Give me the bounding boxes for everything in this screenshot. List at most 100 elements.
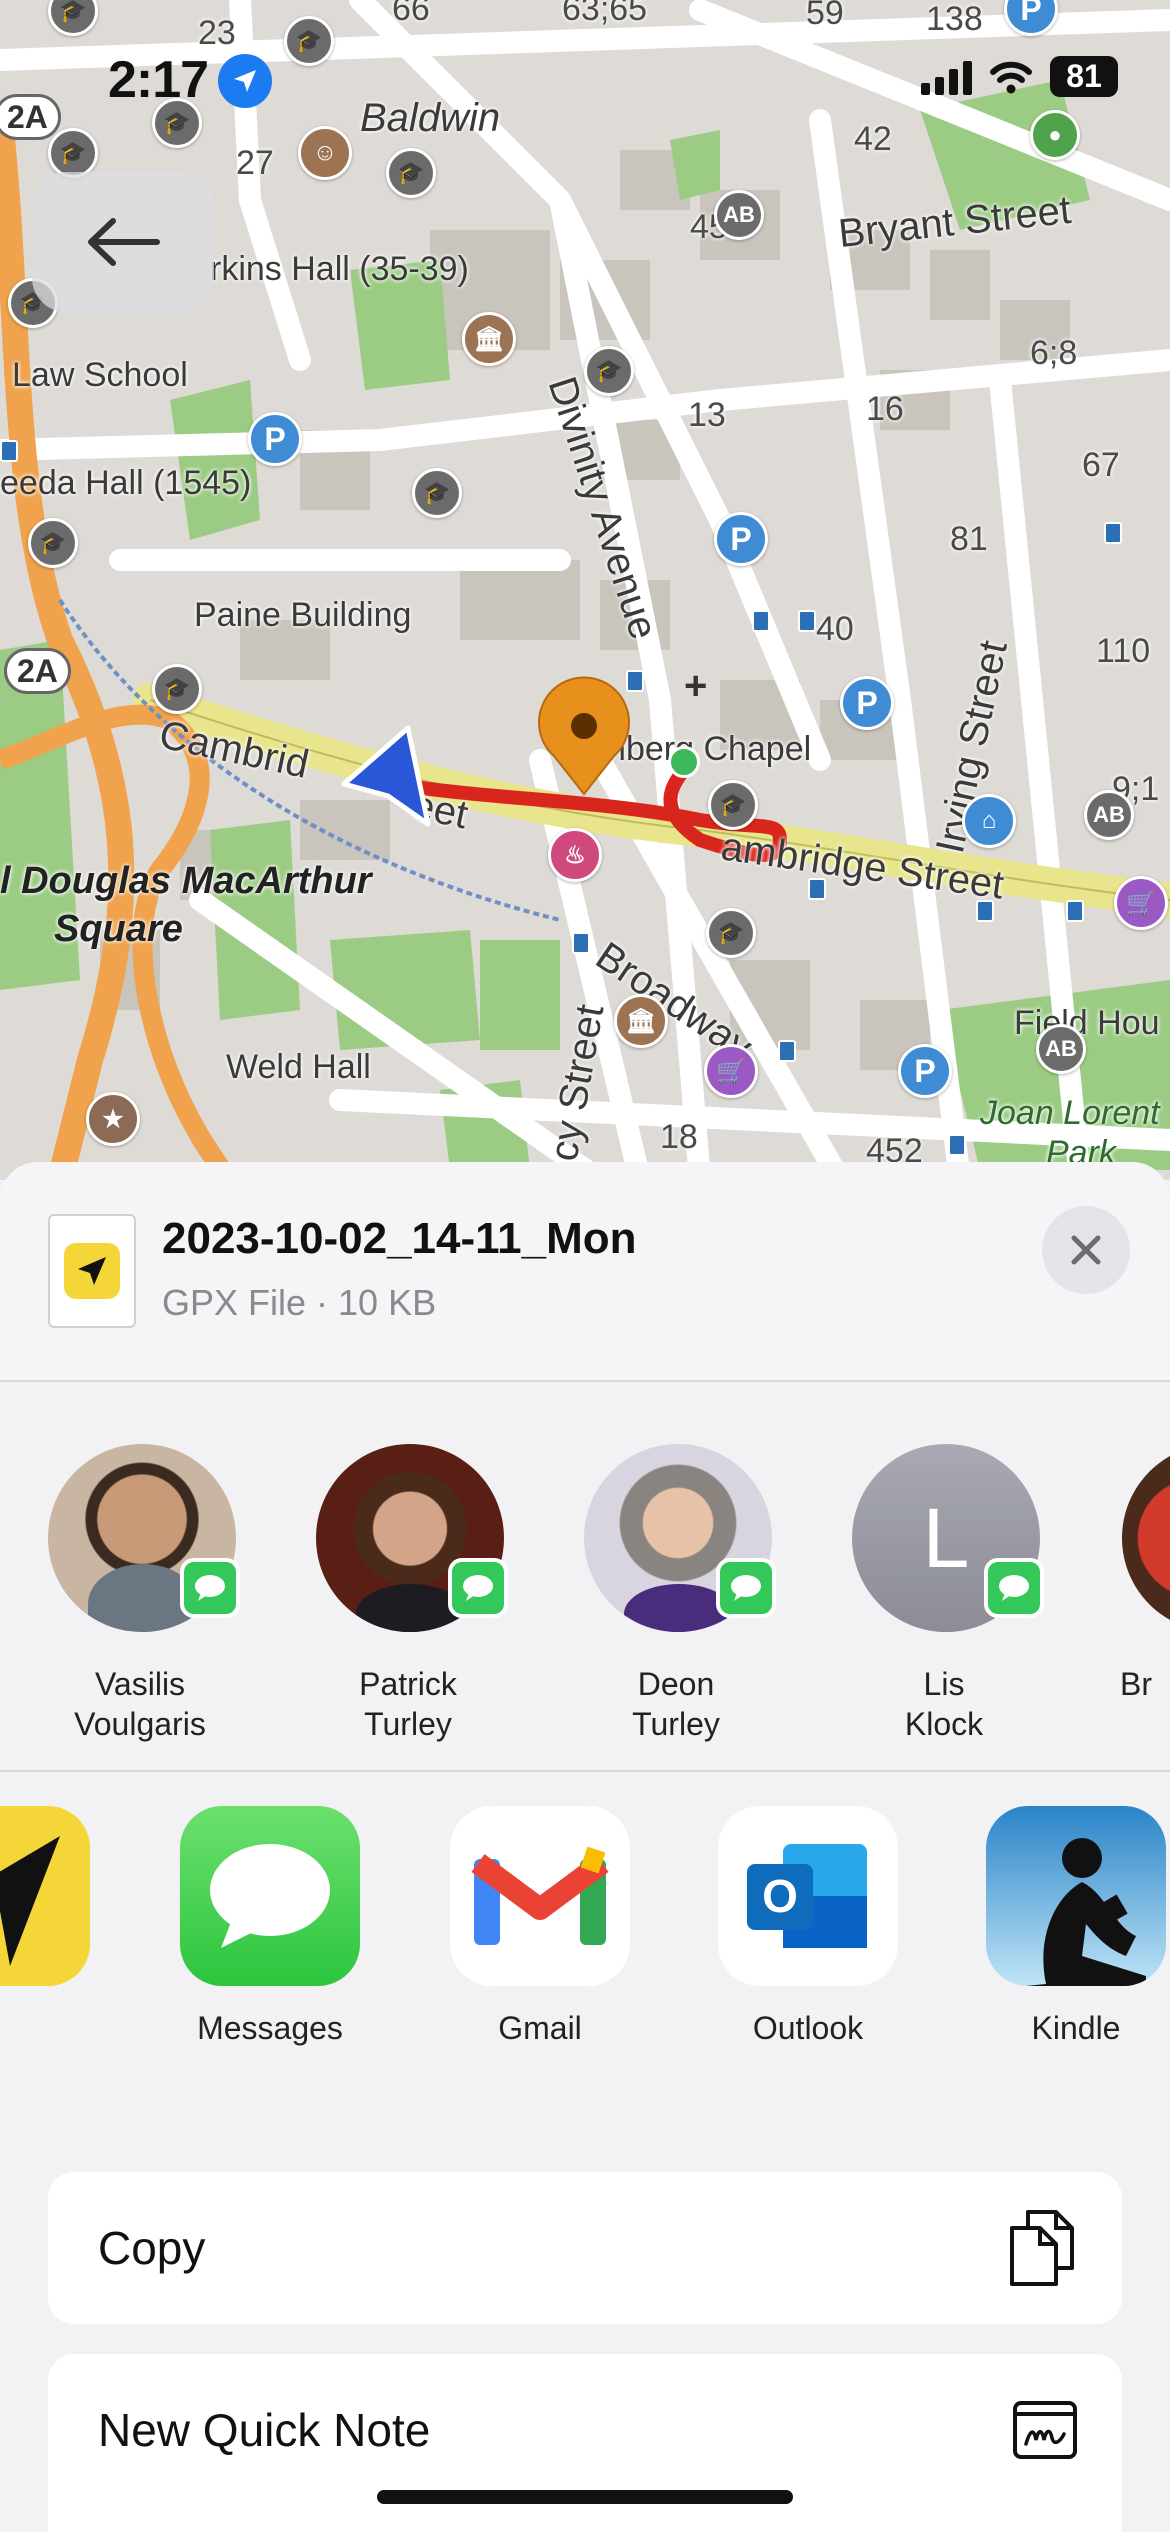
- gmail-app-icon: [450, 1806, 630, 1986]
- contact-name: Br: [1120, 1666, 1152, 1702]
- cellular-signal-icon: [921, 59, 972, 95]
- parking-pin[interactable]: P: [714, 512, 768, 566]
- contact-name: Deon Turley: [632, 1666, 720, 1742]
- school-pin[interactable]: 🎓: [28, 518, 78, 568]
- close-button[interactable]: [1042, 1206, 1130, 1294]
- address-number: 63;65: [562, 0, 648, 28]
- avatar: [1122, 1444, 1170, 1632]
- bus-stop-icon: [1104, 522, 1122, 544]
- outlook-app-icon: O: [718, 1806, 898, 1986]
- gpx-file-icon: [48, 1214, 136, 1328]
- park-pin[interactable]: ●: [1030, 110, 1080, 160]
- school-pin[interactable]: 🎓: [584, 346, 634, 396]
- shop-pin[interactable]: 🛒: [1114, 876, 1168, 930]
- app-outlook[interactable]: O Outlook: [708, 1774, 908, 2074]
- battery-indicator: 81: [1050, 56, 1118, 97]
- school-pin[interactable]: 🎓: [706, 908, 756, 958]
- copy-docs-icon: [1010, 2210, 1074, 2286]
- app-label: Outlook: [752, 2010, 864, 2046]
- parking-pin[interactable]: P: [898, 1044, 952, 1098]
- parking-pin[interactable]: P: [248, 412, 302, 466]
- messages-badge-icon: [180, 1558, 240, 1618]
- app-messages[interactable]: Messages: [170, 1774, 370, 2074]
- theater-pin[interactable]: ☺: [298, 126, 352, 180]
- map-label-square: Square: [54, 908, 183, 950]
- copy-action[interactable]: Copy: [48, 2172, 1122, 2324]
- people-suggestions-row: Vasilis Voulgaris Patrick Turley Deon Tu…: [0, 1384, 1170, 1772]
- share-sheet: 2023-10-02_14-11_Mon GPX File · 10 KB Va…: [0, 1162, 1170, 2532]
- back-button[interactable]: [32, 172, 214, 312]
- map-label-douglas-macarthur: l Douglas MacArthur: [0, 860, 372, 902]
- map-label-baldwin: Baldwin: [360, 96, 501, 140]
- school-pin[interactable]: 🎓: [284, 16, 334, 66]
- app-label: Messages: [197, 2010, 343, 2046]
- wifi-icon: [990, 61, 1032, 93]
- current-location-arrow-icon: [341, 725, 431, 827]
- quick-note-icon: [1013, 2401, 1077, 2459]
- address-number: 138: [926, 0, 983, 38]
- address-number: 6;8: [1030, 334, 1078, 372]
- bus-stop-icon: [948, 1134, 966, 1156]
- messages-app-icon: [180, 1806, 360, 1986]
- new-quick-note-action[interactable]: New Quick Note: [48, 2354, 1122, 2532]
- parking-pin[interactable]: P: [840, 676, 894, 730]
- address-number: 27: [236, 144, 274, 182]
- waypoint-marker-icon[interactable]: [534, 676, 634, 800]
- address-number: 81: [950, 520, 988, 558]
- museum-pin[interactable]: 🏛: [614, 994, 668, 1048]
- contact-suggestion[interactable]: Patrick Turley: [270, 1384, 540, 1772]
- quick-note-label: New Quick Note: [98, 2404, 431, 2456]
- map-view[interactable]: Baldwin rkins Hall (35-39) Law School ee…: [0, 0, 1170, 1180]
- map-label-law-school: Law School: [12, 356, 188, 394]
- address-number: 18: [660, 1118, 698, 1156]
- shop-pin[interactable]: 🛒: [704, 1044, 758, 1098]
- app-kindle[interactable]: Kindle: [976, 1774, 1170, 2074]
- contact-suggestion[interactable]: Deon Turley: [538, 1384, 808, 1772]
- share-file-header: 2023-10-02_14-11_Mon GPX File · 10 KB: [0, 1162, 1170, 1382]
- arrow-left-icon: [88, 218, 160, 266]
- contact-name: Vasilis Voulgaris: [74, 1666, 206, 1742]
- school-pin[interactable]: 🎓: [48, 128, 98, 178]
- bus-stop-icon: [1066, 900, 1084, 922]
- app-label: racker: [0, 2010, 60, 2047]
- messages-badge-icon: [716, 1558, 776, 1618]
- school-pin[interactable]: 🎓: [386, 148, 436, 198]
- home-indicator[interactable]: [377, 2490, 793, 2504]
- atm-pin[interactable]: AB: [1084, 790, 1134, 840]
- contact-suggestion[interactable]: Br: [1076, 1384, 1170, 1772]
- address-number: 110: [1096, 632, 1151, 670]
- contact-suggestion[interactable]: Vasilis Voulgaris: [0, 1384, 280, 1772]
- bus-stop-icon: [798, 610, 816, 632]
- app-tracker[interactable]: racker: [0, 1774, 120, 2074]
- school-pin[interactable]: 🎓: [412, 468, 462, 518]
- copy-label: Copy: [98, 2222, 206, 2274]
- map-label-perkins-hall: rkins Hall (35-39): [210, 250, 469, 288]
- contact-name: Patrick Turley: [359, 1666, 457, 1742]
- kindle-app-icon: [986, 1806, 1166, 1986]
- status-indicators: 81: [921, 56, 1118, 97]
- address-number: 42: [854, 120, 892, 158]
- map-label-weld-hall: Weld Hall: [226, 1048, 371, 1086]
- school-pin[interactable]: 🎓: [708, 780, 758, 830]
- messages-badge-icon: [984, 1558, 1044, 1618]
- contact-name: Lis Klock: [904, 1666, 984, 1742]
- route-2a-shield: 2A: [0, 94, 61, 140]
- track-start-icon: [668, 746, 700, 778]
- address-number: 13: [688, 396, 726, 434]
- school-pin[interactable]: 🎓: [152, 664, 202, 714]
- fire-station-pin[interactable]: ♨: [548, 828, 602, 882]
- address-number: 59: [806, 0, 844, 32]
- bus-stop-icon: [752, 610, 770, 632]
- contact-suggestion[interactable]: L Lis Klock: [806, 1384, 1076, 1772]
- route-2a-shield: 2A: [4, 648, 71, 694]
- close-x-icon: [1071, 1235, 1101, 1265]
- atm-pin[interactable]: AB: [1036, 1024, 1086, 1074]
- landmark-pin[interactable]: ★: [86, 1092, 140, 1146]
- museum-pin[interactable]: 🏛: [462, 312, 516, 366]
- atm-pin[interactable]: AB: [714, 190, 764, 240]
- app-gmail[interactable]: Gmail: [440, 1774, 640, 2074]
- address-number: 40: [816, 610, 854, 648]
- map-label-joan-lorentz: Joan Lorent: [980, 1094, 1160, 1132]
- lodging-pin[interactable]: ⌂: [962, 794, 1016, 848]
- messages-badge-icon: [448, 1558, 508, 1618]
